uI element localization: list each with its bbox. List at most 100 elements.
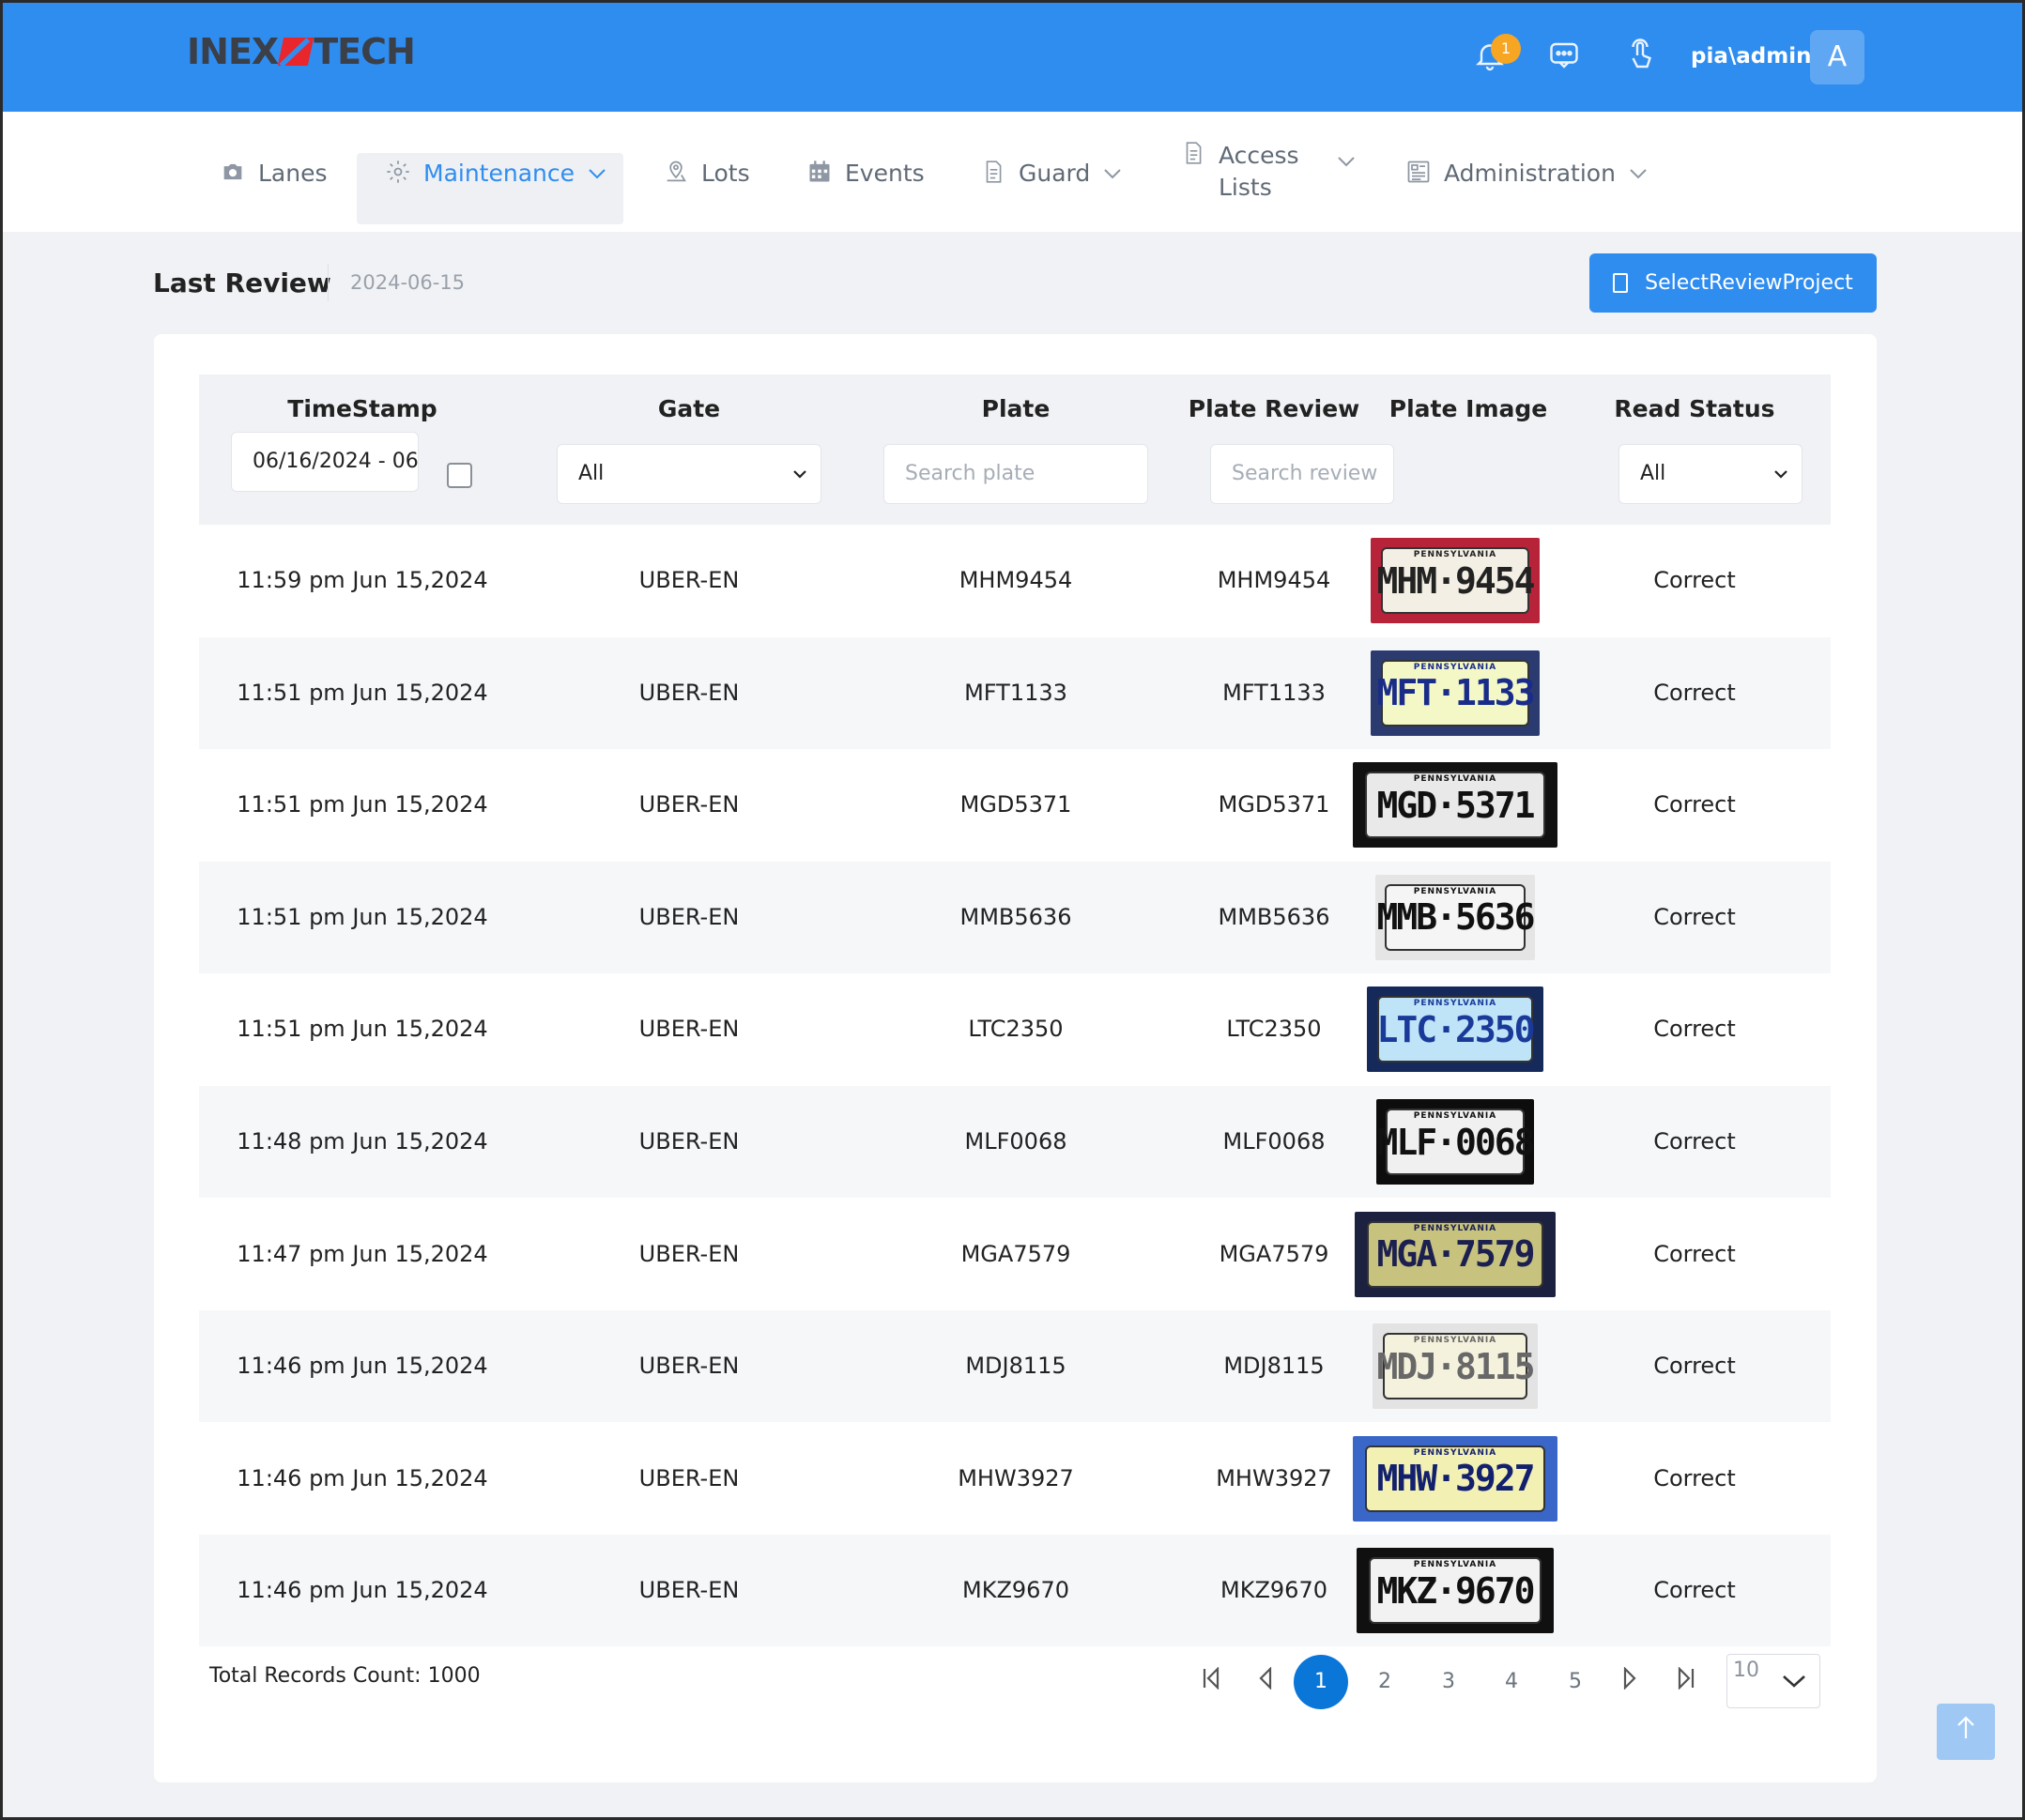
- next-page-button[interactable]: [1603, 1655, 1658, 1709]
- table-header: TimeStamp Gate Plate Plate Review Plate …: [199, 375, 1831, 525]
- column-header-plate-review[interactable]: Plate Review: [1151, 395, 1397, 422]
- nav-item-lanes[interactable]: Lanes: [219, 154, 328, 191]
- gate-cell: UBER-EN: [638, 791, 740, 818]
- previous-page-button[interactable]: [1237, 1655, 1292, 1709]
- title-divider: [328, 264, 329, 301]
- table-row[interactable]: 11:47 pm Jun 15,2024 UBER-EN MGA7579 MGA757…: [199, 1199, 1831, 1310]
- plate-image[interactable]: MFT·1133: [1371, 650, 1540, 736]
- gate-cell: UBER-EN: [638, 1464, 740, 1491]
- table-row[interactable]: 11:51 pm Jun 15,2024 UBER-EN MMB5636 MMB563…: [199, 861, 1831, 973]
- inex-tech-logo[interactable]: INEX TECH: [187, 31, 416, 72]
- table-row[interactable]: 11:51 pm Jun 15,2024 UBER-EN LTC2350 LTC235…: [199, 973, 1831, 1085]
- nav-item-administration[interactable]: Administration: [1404, 154, 1648, 191]
- nav-label-line1: Access: [1219, 142, 1299, 169]
- page-5-button[interactable]: 5: [1548, 1655, 1603, 1709]
- table-row[interactable]: 11:51 pm Jun 15,2024 UBER-EN MGD5371 MGD537…: [199, 749, 1831, 861]
- plate-image-text: MHW·3927: [1376, 1458, 1535, 1500]
- file-icon: [1613, 273, 1629, 293]
- plate-image-plate: MGD·5371: [1365, 772, 1545, 839]
- plate-image-plate: MDJ·8115: [1376, 1333, 1536, 1400]
- last-page-button[interactable]: [1659, 1655, 1713, 1709]
- nav-item-access-lists[interactable]: Access Lists: [1179, 140, 1356, 206]
- plate-cell: MLF0068: [964, 1128, 1067, 1155]
- gate-select[interactable]: All: [557, 444, 821, 504]
- plate-cell: MKZ9670: [962, 1577, 1069, 1604]
- gate-cell: UBER-EN: [638, 1016, 740, 1043]
- plate-search-input[interactable]: Search plate: [883, 444, 1148, 504]
- column-header-gate[interactable]: Gate: [526, 395, 852, 422]
- plate-image[interactable]: MMB·5636: [1375, 874, 1535, 960]
- chat-icon[interactable]: [1545, 38, 1583, 76]
- column-header-plate[interactable]: Plate: [852, 395, 1179, 422]
- review-date: 2024-06-15: [350, 271, 466, 294]
- timestamp-cell: 11:46 pm Jun 15,2024: [237, 1353, 488, 1380]
- nav-item-guard[interactable]: Guard: [979, 154, 1122, 191]
- plate-image-text: MLF·0068: [1376, 1121, 1534, 1163]
- plate-image-text: MGA·7579: [1376, 1233, 1535, 1276]
- plate-image-text: MGD·5371: [1376, 784, 1535, 826]
- touch-icon[interactable]: [1621, 38, 1659, 76]
- page-4-button[interactable]: 4: [1484, 1655, 1539, 1709]
- plate-image[interactable]: MDJ·8115: [1373, 1323, 1538, 1410]
- plate-review-cell: LTC2350: [1226, 1016, 1322, 1043]
- timestamp-cell: 11:51 pm Jun 15,2024: [237, 903, 488, 930]
- read-status-select[interactable]: All: [1618, 444, 1803, 504]
- gate-cell: UBER-EN: [638, 1240, 740, 1267]
- plate-image-text: MFT·1133: [1376, 672, 1535, 714]
- plate-image-text: LTC·2350: [1376, 1008, 1535, 1050]
- page-size-select[interactable]: 10: [1726, 1654, 1820, 1708]
- plate-cell: MDJ8115: [965, 1353, 1066, 1380]
- table-row[interactable]: 11:48 pm Jun 15,2024 UBER-EN MLF0068 MLF006…: [199, 1086, 1831, 1198]
- plate-image[interactable]: MGA·7579: [1355, 1211, 1556, 1297]
- timestamp-cell: 11:46 pm Jun 15,2024: [237, 1577, 488, 1604]
- nav-item-lots[interactable]: Lots: [662, 154, 750, 191]
- table-row[interactable]: 11:46 pm Jun 15,2024 UBER-EN MHW3927 MHW392…: [199, 1423, 1831, 1535]
- document-icon: [979, 159, 1007, 187]
- nav-label: Maintenance: [423, 159, 575, 187]
- plate-image[interactable]: MHM·9454: [1371, 538, 1540, 623]
- chevron-down-icon: [792, 445, 807, 503]
- document-icon: [1179, 140, 1207, 168]
- chevron-down-icon: [1773, 445, 1788, 503]
- table-row[interactable]: 11:59 pm Jun 15,2024 UBER-EN MHM9454 MHM945…: [199, 525, 1831, 636]
- review-search-input[interactable]: Search review: [1210, 444, 1394, 504]
- plate-image-text: MKZ·9670: [1376, 1569, 1535, 1612]
- page-2-button[interactable]: 2: [1358, 1655, 1412, 1709]
- avatar[interactable]: A: [1810, 30, 1864, 84]
- gate-cell: UBER-EN: [638, 1353, 740, 1380]
- read-status-cell: Correct: [1653, 1464, 1736, 1491]
- table-row[interactable]: 11:51 pm Jun 15,2024 UBER-EN MFT1133 MFT113…: [199, 636, 1831, 749]
- plate-image[interactable]: MLF·0068: [1376, 1099, 1534, 1185]
- date-range-input[interactable]: 06/16/2024 - 06: [231, 432, 419, 492]
- gate-select-value: All: [578, 462, 605, 485]
- read-status-cell: Correct: [1653, 903, 1736, 930]
- main-nav: Lanes Maintenance Lots Events Guard Acce…: [3, 112, 2022, 232]
- table-row[interactable]: 11:46 pm Jun 15,2024 UBER-EN MDJ8115 MDJ811…: [199, 1310, 1831, 1423]
- logo-text-right: TECH: [314, 31, 416, 72]
- first-page-button[interactable]: [1184, 1655, 1238, 1709]
- plate-image[interactable]: MGD·5371: [1353, 762, 1557, 849]
- nav-item-events[interactable]: Events: [805, 154, 925, 191]
- scroll-to-top-button[interactable]: [1937, 1704, 1995, 1760]
- column-header-read-status[interactable]: Read Status: [1558, 395, 1831, 422]
- nav-item-maintenance[interactable]: Maintenance: [384, 154, 606, 191]
- timestamp-cell: 11:47 pm Jun 15,2024: [237, 1240, 488, 1267]
- plate-image-plate: MKZ·9670: [1368, 1557, 1542, 1625]
- plate-cell: MFT1133: [964, 679, 1067, 706]
- plate-image-plate: MHM·9454: [1376, 547, 1536, 614]
- column-header-timestamp[interactable]: TimeStamp: [199, 395, 526, 422]
- user-name[interactable]: pia\admin: [1691, 44, 1811, 69]
- date-filter-checkbox[interactable]: [447, 463, 472, 488]
- page-1-button[interactable]: 1: [1294, 1655, 1348, 1709]
- table-row[interactable]: 11:46 pm Jun 15,2024 UBER-EN MKZ9670 MKZ967…: [199, 1535, 1831, 1647]
- page-3-button[interactable]: 3: [1421, 1655, 1476, 1709]
- logo-mark: [278, 38, 314, 66]
- plate-review-cell: MMB5636: [1218, 903, 1330, 930]
- select-review-project-button[interactable]: SelectReviewProject: [1589, 253, 1877, 313]
- plate-image[interactable]: MKZ·9670: [1357, 1548, 1554, 1634]
- plate-review-cell: MLF0068: [1222, 1128, 1326, 1155]
- plate-image[interactable]: MHW·3927: [1353, 1435, 1557, 1522]
- logo-text-left: INEX: [187, 31, 279, 72]
- total-records-count: Total Records Count: 1000: [209, 1664, 481, 1688]
- plate-image[interactable]: LTC·2350: [1367, 986, 1543, 1073]
